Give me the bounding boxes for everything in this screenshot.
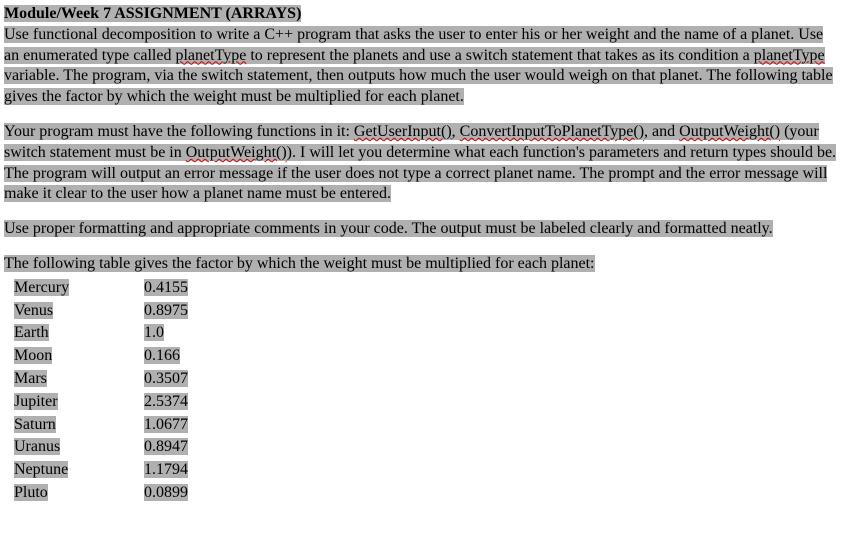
planet-factor-cell: 2.5374 bbox=[144, 391, 244, 414]
table-row: Pluto0.0899 bbox=[14, 482, 244, 505]
planet-name-cell: Uranus bbox=[14, 436, 144, 459]
planet-name-cell: Saturn bbox=[14, 414, 144, 437]
planet-factor-cell: 0.166 bbox=[144, 345, 244, 368]
planet-name-cell: Mars bbox=[14, 368, 144, 391]
planet-factor-cell: 1.0 bbox=[144, 322, 244, 345]
code-outputweight-2: OutputWeight() bbox=[186, 144, 287, 161]
planet-factor-cell: 0.8947 bbox=[144, 436, 244, 459]
table-row: Saturn1.0677 bbox=[14, 414, 244, 437]
planet-factor-cell: 0.0899 bbox=[144, 482, 244, 505]
table-intro: The following table gives the factor by … bbox=[4, 254, 841, 275]
planet-factor-table: Mercury0.4155Venus0.8975Earth1.0Moon0.16… bbox=[14, 277, 244, 505]
code-getuserinput: GetUserInput() bbox=[354, 123, 452, 140]
table-row: Earth1.0 bbox=[14, 322, 244, 345]
table-row: Neptune1.1794 bbox=[14, 459, 244, 482]
title: Module/Week 7 ASSIGNMENT (ARRAYS) bbox=[4, 5, 301, 22]
table-row: Venus0.8975 bbox=[14, 300, 244, 323]
table-row: Moon0.166 bbox=[14, 345, 244, 368]
table-row: Mercury0.4155 bbox=[14, 277, 244, 300]
planet-name-cell: Earth bbox=[14, 322, 144, 345]
planet-name-cell: Neptune bbox=[14, 459, 144, 482]
planet-factor-cell: 0.8975 bbox=[144, 300, 244, 323]
paragraph-2: Your program must have the following fun… bbox=[4, 122, 841, 205]
table-row: Uranus0.8947 bbox=[14, 436, 244, 459]
code-convertinput: ConvertInputToPlanetType() bbox=[460, 123, 644, 140]
paragraph-1: Module/Week 7 ASSIGNMENT (ARRAYS) Use fu… bbox=[4, 4, 841, 108]
code-planettype-1: planetType bbox=[175, 47, 246, 64]
para2-text-a: Your program must have the following fun… bbox=[4, 123, 354, 140]
para2-text-b: , bbox=[452, 123, 460, 140]
planet-factor-cell: 1.0677 bbox=[144, 414, 244, 437]
planet-name-cell: Venus bbox=[14, 300, 144, 323]
paragraph-3: Use proper formatting and appropriate co… bbox=[4, 219, 841, 240]
planet-name-cell: Jupiter bbox=[14, 391, 144, 414]
planet-factor-cell: 1.1794 bbox=[144, 459, 244, 482]
table-row: Jupiter2.5374 bbox=[14, 391, 244, 414]
para1-text-b: to represent the planets and use a switc… bbox=[246, 47, 753, 64]
planet-name-cell: Mercury bbox=[14, 277, 144, 300]
planet-name-cell: Moon bbox=[14, 345, 144, 368]
planet-name-cell: Pluto bbox=[14, 482, 144, 505]
para1-text-c: variable. The program, via the switch st… bbox=[4, 67, 833, 105]
para2-text-c: , and bbox=[644, 123, 679, 140]
planet-factor-cell: 0.4155 bbox=[144, 277, 244, 300]
planet-factor-cell: 0.3507 bbox=[144, 368, 244, 391]
code-planettype-2: planetType bbox=[754, 47, 825, 64]
code-outputweight-1: OutputWeight() bbox=[679, 123, 780, 140]
table-row: Mars0.3507 bbox=[14, 368, 244, 391]
